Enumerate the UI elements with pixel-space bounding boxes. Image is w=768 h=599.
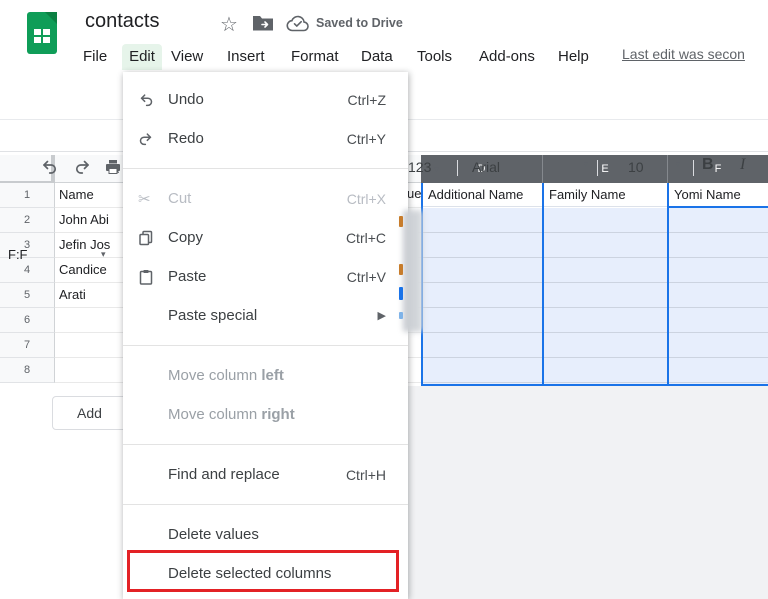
copy-icon: [138, 230, 168, 246]
cell-e1[interactable]: Family Name: [544, 183, 667, 207]
menu-item-delete-selected-columns[interactable]: Delete selected columns: [123, 554, 408, 593]
star-icon[interactable]: ☆: [220, 12, 238, 37]
menu-divider: [123, 444, 408, 445]
row-header-5[interactable]: 5: [0, 283, 55, 308]
undo-button[interactable]: [36, 154, 62, 180]
menu-data[interactable]: Data: [361, 44, 393, 70]
edit-menu-panel: Undo Ctrl+Z Redo Ctrl+Y ✂ Cut Ctrl+X Cop…: [123, 72, 408, 599]
selection-border-d-e: [542, 183, 544, 386]
submenu-arrow-icon: ▶: [378, 309, 386, 322]
toolbar-divider: [597, 160, 598, 176]
blurred-text-fragment: [399, 216, 403, 227]
menu-help[interactable]: Help: [558, 44, 589, 70]
bold-button[interactable]: B: [702, 156, 714, 174]
blurred-region: [403, 210, 423, 332]
menu-divider: [123, 504, 408, 505]
add-rows-button[interactable]: Add: [52, 396, 127, 430]
menu-view[interactable]: View: [171, 44, 203, 70]
menu-file[interactable]: File: [83, 44, 107, 70]
undo-icon: [138, 92, 168, 108]
menu-tools[interactable]: Tools: [417, 44, 452, 70]
toolbar-divider: [457, 160, 458, 176]
last-edit-link[interactable]: Last edit was secon: [622, 46, 745, 62]
sheets-logo-icon[interactable]: [27, 12, 57, 54]
number-format-button[interactable]: 123▾: [408, 159, 439, 175]
blurred-text-fragment: [399, 264, 403, 275]
menu-insert[interactable]: Insert: [227, 44, 265, 70]
row-header-8[interactable]: 8: [0, 358, 55, 383]
menu-addons[interactable]: Add-ons: [479, 44, 535, 70]
top-bar: contacts ☆ Saved to Drive File Edit View…: [0, 0, 768, 72]
italic-button[interactable]: I: [740, 156, 745, 174]
cell-c1-partial-text: ue: [407, 186, 421, 201]
row-header-1[interactable]: 1: [0, 183, 55, 208]
cut-icon: ✂: [138, 190, 168, 208]
font-size-select[interactable]: 10▾: [628, 159, 680, 175]
saved-status: Saved to Drive: [316, 16, 403, 30]
chevron-down-icon: ▾: [583, 159, 588, 175]
redo-icon: [138, 131, 168, 147]
blurred-text-fragment: [399, 287, 403, 300]
selection-border-e-f: [667, 183, 669, 386]
menu-item-redo[interactable]: Redo Ctrl+Y: [123, 119, 408, 158]
column-header-f[interactable]: F: [667, 155, 768, 183]
menu-format[interactable]: Format: [291, 44, 339, 70]
menu-divider: [123, 168, 408, 169]
chevron-down-icon: ▾: [675, 159, 680, 175]
cell-d1[interactable]: Additional Name: [423, 183, 542, 207]
menu-item-paste-special[interactable]: Paste special ▶: [123, 296, 408, 335]
menu-item-move-column-left: Move column left: [123, 356, 408, 395]
redo-button[interactable]: [70, 154, 96, 180]
font-family-select[interactable]: Arial▾: [472, 159, 588, 175]
menu-item-delete-values[interactable]: Delete values: [123, 515, 408, 554]
chevron-down-icon: ▾: [434, 164, 439, 174]
menu-item-cut: ✂ Cut Ctrl+X: [123, 179, 408, 218]
move-folder-icon[interactable]: [252, 14, 274, 32]
paste-icon: [138, 269, 168, 285]
cloud-saved-icon: [286, 15, 310, 32]
active-cell-border: [669, 206, 768, 208]
add-rows-band: Add: [0, 386, 123, 599]
cell-f1-active[interactable]: Yomi Name: [669, 183, 768, 207]
menu-edit-active[interactable]: Edit: [122, 44, 162, 70]
toolbar-divider: [693, 160, 694, 176]
menu-item-find-and-replace[interactable]: Find and replace Ctrl+H: [123, 455, 408, 494]
chevron-down-icon[interactable]: ▾: [101, 249, 106, 260]
menu-item-copy[interactable]: Copy Ctrl+C: [123, 218, 408, 257]
blurred-text-fragment: [399, 312, 403, 319]
menu-divider: [123, 345, 408, 346]
row-header-7[interactable]: 7: [0, 333, 55, 358]
document-title[interactable]: contacts: [85, 10, 159, 33]
menu-item-paste[interactable]: Paste Ctrl+V: [123, 257, 408, 296]
row-header-2[interactable]: 2: [0, 208, 55, 233]
selected-columns-fill[interactable]: [423, 208, 768, 384]
menu-item-undo[interactable]: Undo Ctrl+Z: [123, 80, 408, 119]
name-box[interactable]: F:F: [8, 247, 28, 262]
menu-item-move-column-right: Move column right: [123, 395, 408, 434]
row-header-6[interactable]: 6: [0, 308, 55, 333]
sheet-background: [408, 386, 768, 599]
